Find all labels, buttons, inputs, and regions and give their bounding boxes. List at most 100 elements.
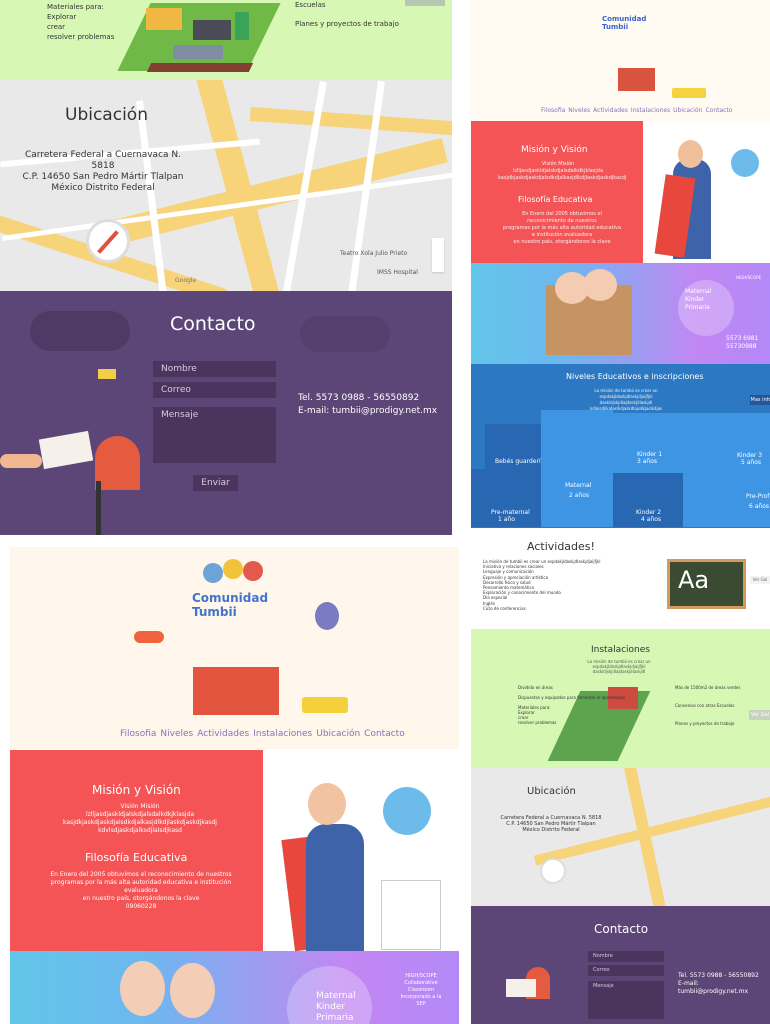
materials-item: Explorar [47, 13, 77, 21]
school-illustration [115, 0, 287, 75]
message-input[interactable]: Mensaje [153, 407, 276, 463]
level-tile-prematernal[interactable]: Pre-maternal 1 año [471, 469, 541, 527]
nav-link-actividades[interactable]: Actividades [197, 729, 249, 739]
mailbox-illustration [0, 369, 145, 535]
nav-link-actividades-small[interactable]: Actividades [593, 107, 628, 114]
levels-list-small: Maternal Kinder Primaria [685, 288, 712, 311]
plans-label: Planes y proyectos de trabajo [295, 20, 399, 28]
hospital-label: IMSS Hospital [377, 269, 418, 276]
level-tile-kinder1[interactable]: Kinder 13 años [613, 413, 683, 473]
levels-hero-small: Maternal Kinder Primaria HIGH/SCOPE 5573… [471, 263, 770, 364]
phone-small: 5573 6981 55730988 [726, 335, 759, 350]
contact-small: Contacto Nombre Correo Mensaje Tel. 5573… [471, 906, 770, 1024]
nav-link-filosofia-small[interactable]: Filosofia [541, 107, 565, 114]
nav-link-ubicacion-small[interactable]: Ubicación [673, 107, 702, 114]
screenshot-collage: Materiales para: Explorar crear resolver… [0, 0, 770, 1024]
philosophy-title: Filosofía Educativa [85, 851, 188, 864]
materials-text: Materiales para: Explorar crear resolver… [47, 2, 114, 42]
superhero-image-small [643, 121, 770, 263]
blackboard-icon: Aa [667, 559, 746, 609]
activities-list: La misión de tumbii es crear un espdakjl… [483, 559, 601, 611]
hand-logo-icon [203, 553, 273, 588]
installations-title: Instalaciones [591, 645, 650, 655]
philosophy-text: En Enero del 2005 obtuvimos el reconocim… [50, 871, 232, 910]
nav-link-niveles-small[interactable]: Niveles [568, 107, 590, 114]
level-tile-preprof[interactable]: Pre-Prof 6 años [683, 473, 770, 527]
email-text: E-mail: tumbii@prodigy.net.mx [298, 406, 438, 416]
address-line: Carretera Federal a Cuernavaca N. 5818 [25, 150, 181, 171]
mission-text-small: Visión Misión lzlljasdjaskldjalskdjalsda… [498, 161, 627, 181]
name-input-small[interactable]: Nombre [588, 951, 664, 962]
school-building-icon [618, 68, 655, 91]
teatro-label: Teatro Xola Julio Prieto [340, 250, 408, 257]
logo-small: Comunidad Tumbii [602, 15, 647, 31]
contact-title-small: Contacto [594, 922, 649, 936]
address-small: Carretera Federal a Cuernavaca N. 5818 C.… [500, 815, 602, 833]
address-line: México Distrito Federal [51, 183, 155, 193]
contact-title: Contacto [170, 313, 256, 335]
mission-small: Misión y Visión Visión Misión lzlljasdja… [471, 121, 643, 263]
location-small: Ubicación Carretera Federal a Cuernavaca… [471, 768, 770, 906]
email-input[interactable]: Correo [153, 382, 276, 398]
address-block: Carretera Federal a Cuernavaca N. 5818 C… [18, 150, 188, 194]
bus-large [302, 697, 348, 713]
activities-gallery-button[interactable]: Ver Gal [750, 576, 770, 584]
level-tile-kinder3[interactable]: Kinder 35 años [683, 413, 770, 473]
level-tile-babies[interactable]: Bebés guardería [485, 424, 545, 469]
nav-link-contacto-small[interactable]: Contacto [705, 107, 732, 114]
mailbox-small [471, 960, 566, 1024]
nav-link-contacto[interactable]: Contacto [364, 729, 405, 739]
main-navigation: Filosofia Niveles Actividades Instalacio… [120, 729, 405, 739]
contact-section: Contacto Nombre Correo Mensaje Enviar Te… [0, 291, 452, 535]
more-info-button[interactable]: Mas info [750, 395, 770, 405]
schools-label: Escuelas [295, 1, 326, 9]
phone-text: Tel. 5573 0988 - 56550892 [298, 393, 420, 403]
nav-link-filosofia[interactable]: Filosofia [120, 729, 156, 739]
nav-link-instalaciones[interactable]: Instalaciones [253, 729, 312, 739]
level-tile-kinder2[interactable]: Kinder 24 años [613, 473, 683, 527]
zoom-controls[interactable] [432, 238, 444, 272]
email-input-small[interactable]: Correo [588, 965, 664, 976]
school-building-large [193, 667, 279, 715]
levels-title: Niveles Educativos e inscripciones [566, 372, 704, 381]
activities-title: Actividades! [527, 540, 595, 553]
mission-text: Visión Misión lzlljasdjaskldjalskdjalsdal… [63, 803, 217, 834]
logo-large: Comunidad Tumbii [192, 591, 269, 619]
installations-section-top: Materiales para: Explorar crear resolver… [0, 0, 452, 80]
philosophy-title-small: Filosofía Educativa [518, 195, 593, 204]
location-title: Ubicación [65, 105, 148, 125]
compass-icon [86, 219, 130, 263]
gallery-button[interactable] [405, 0, 445, 6]
address-line: C.P. 14650 San Pedro Mártir Tlalpan [22, 172, 184, 182]
materials-title: Materiales para: [47, 3, 104, 11]
name-input[interactable]: Nombre [153, 361, 276, 377]
home-hero-large: Comunidad Tumbii Filosofia Niveles Activ… [10, 547, 459, 749]
home-hero-small: Comunidad Tumbii Filosofia Niveles Activ… [471, 0, 770, 121]
message-input-small[interactable]: Mensaje [588, 981, 664, 1019]
balloon-icon [315, 602, 339, 630]
nav-link-instalaciones-small[interactable]: Instalaciones [631, 107, 670, 114]
badge-large: HIGH/SCOPE Collaborative Classroom Incorpor… [400, 973, 442, 1007]
levels-hero: Maternal Kinder Primaria HIGH/SCOPE Collabo… [10, 951, 459, 1024]
level-tile-maternal[interactable]: Maternal 2 años [541, 410, 613, 527]
levels-section: Niveles Educativos e inscripciones La mi… [471, 364, 770, 528]
installations-text: La misión de tumbii es crear un espdakjl… [587, 659, 651, 674]
nav-small: Filosofia Niveles Actividades Instalacio… [541, 107, 732, 114]
installation-labels-left: Dividido en áreas Dispuestos y equipados … [518, 685, 626, 725]
nav-link-ubicacion[interactable]: Ubicación [316, 729, 360, 739]
contact-details: Tel. 5573 0988 - 56550892 E-mail: tumbii… [298, 392, 437, 418]
google-logo: Google [175, 277, 197, 284]
installation-labels-right: Más de 1500m2 de áreas verdes Convenios c… [675, 685, 741, 726]
installations-gallery-button[interactable]: Ver Gal [749, 710, 770, 720]
superhero-image [263, 750, 459, 951]
contact-details-small: Tel. 5573 0988 - 56550892 E-mail: tumbii@… [678, 972, 759, 995]
helicopter-icon [134, 631, 164, 643]
installations-small: Instalaciones La misión de tumbii es cre… [471, 629, 770, 768]
nav-link-niveles[interactable]: Niveles [160, 729, 193, 739]
location-title-small: Ubicación [527, 786, 576, 797]
send-button[interactable]: Enviar [193, 475, 238, 491]
bus-icon [672, 88, 706, 98]
compass-icon-small [540, 858, 566, 884]
mission-title-small: Misión y Visión [521, 145, 588, 155]
mission-title: Misión y Visión [92, 783, 181, 797]
